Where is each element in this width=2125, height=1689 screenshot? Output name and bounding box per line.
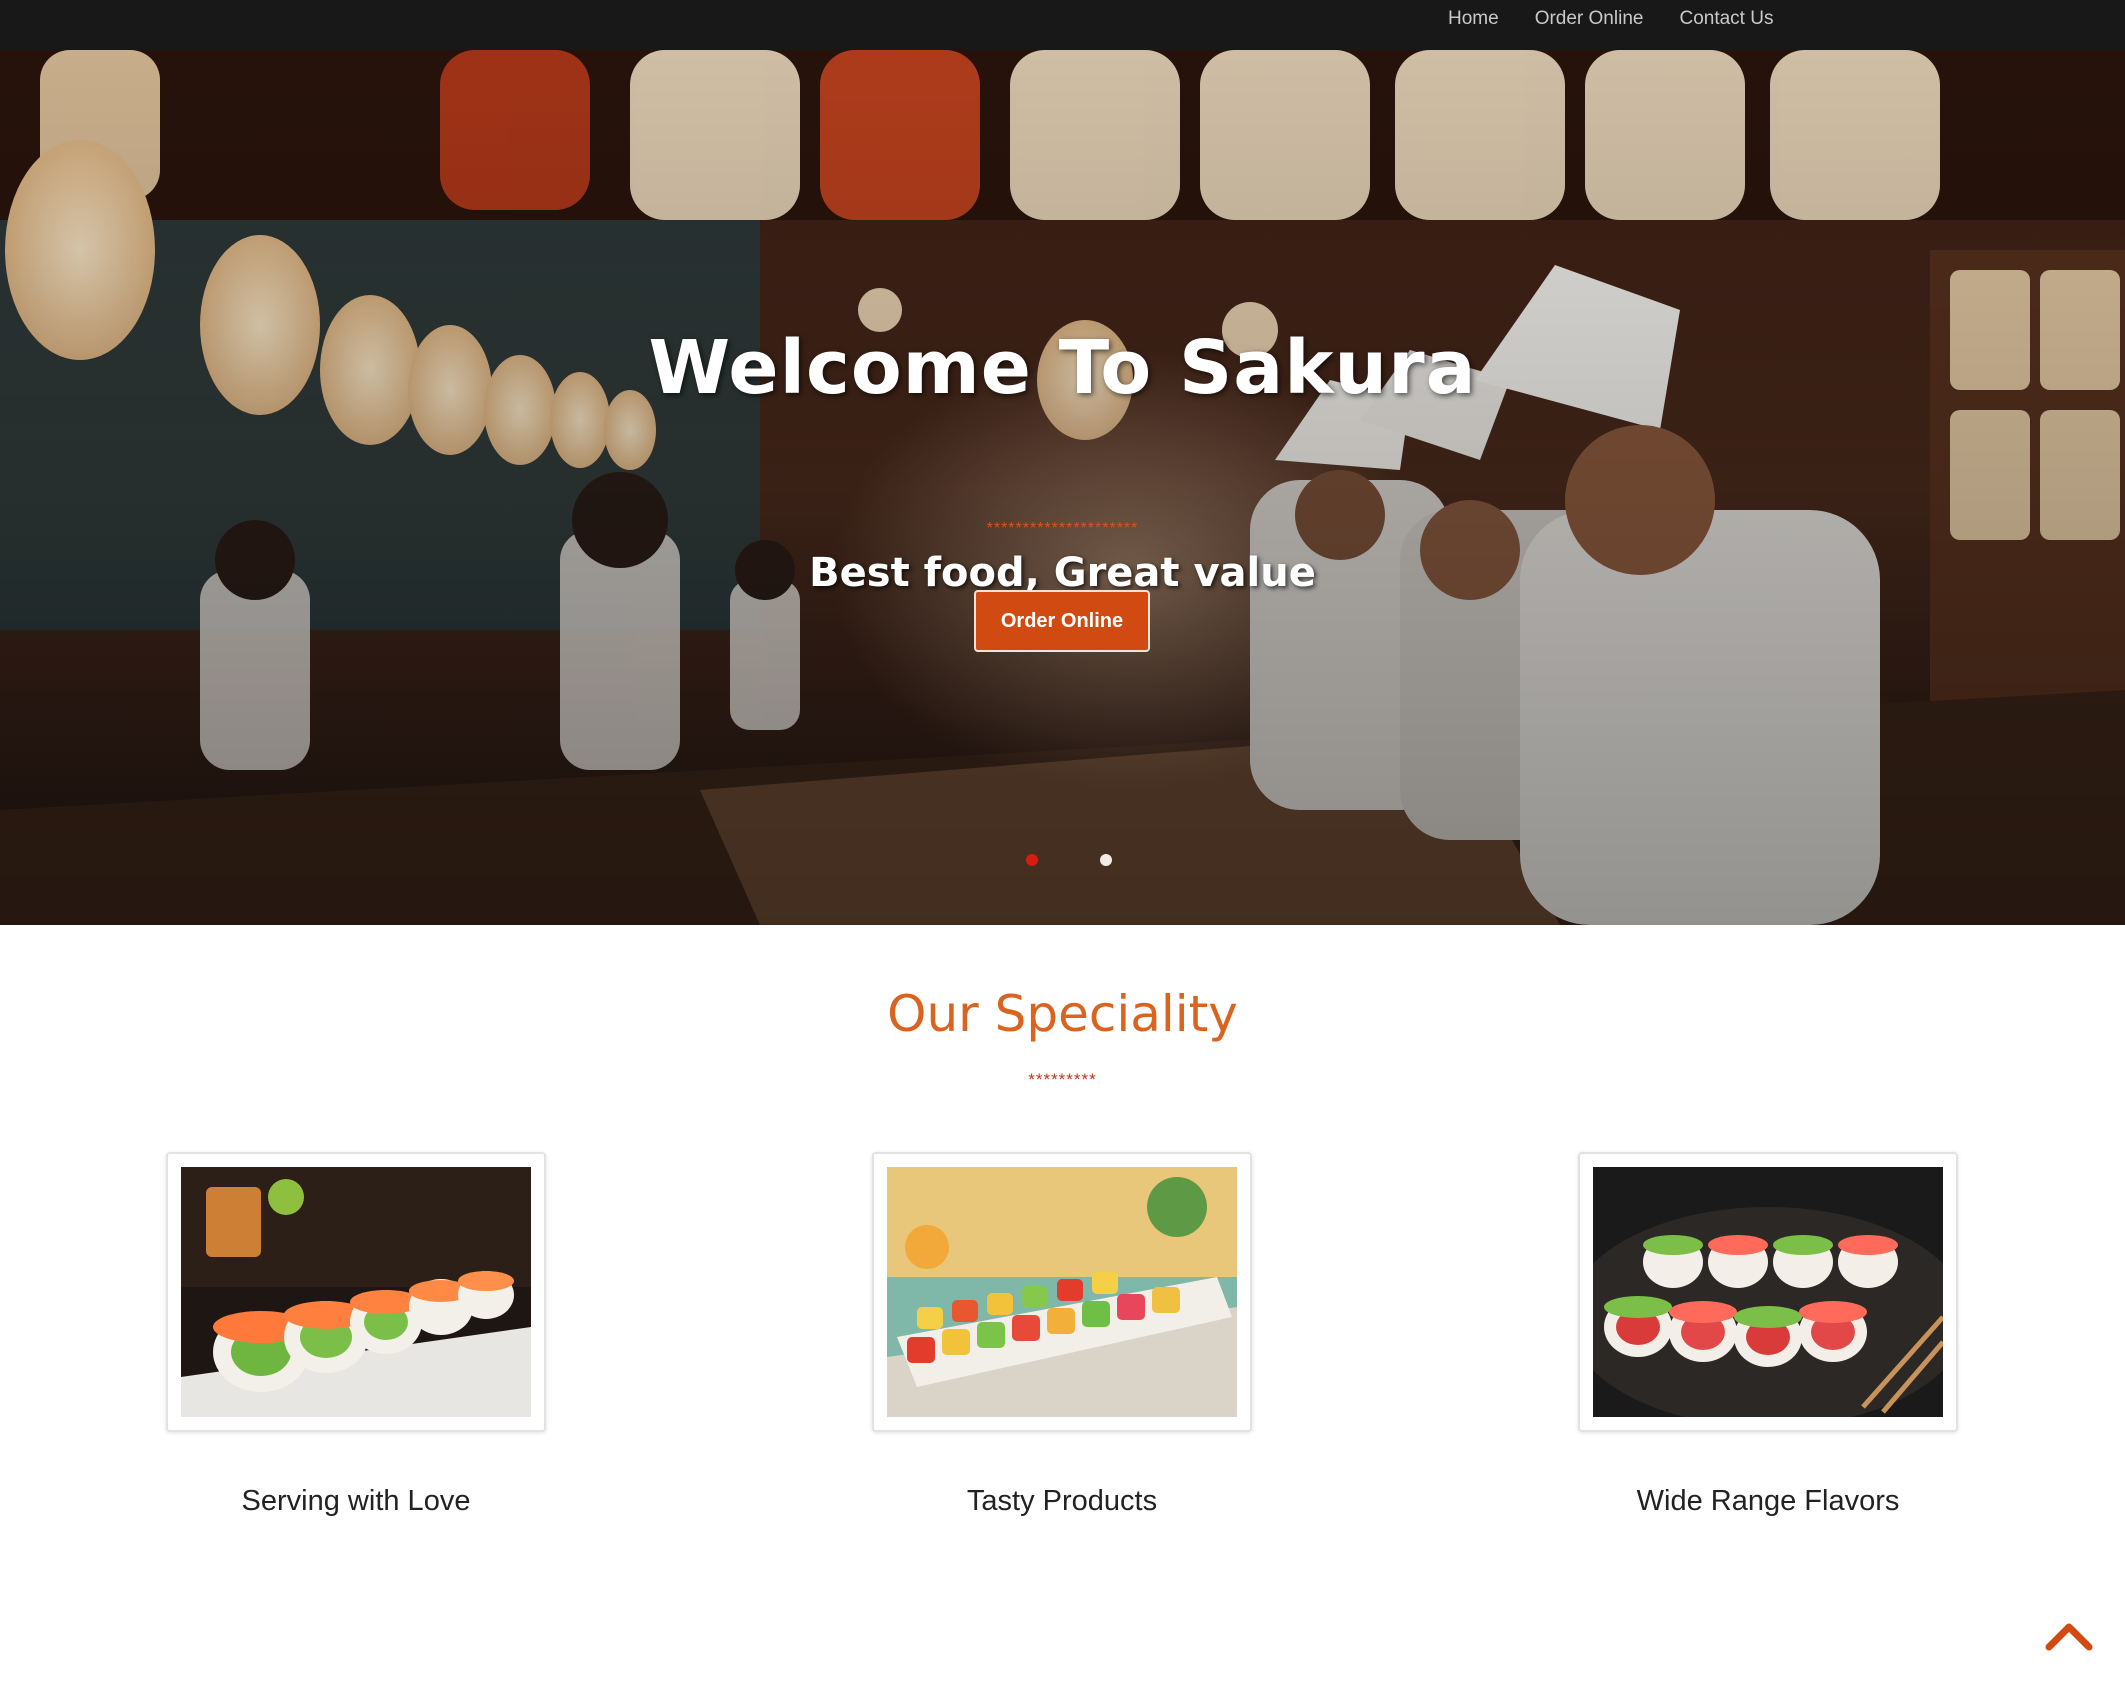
hero-title: Welcome To Sakura [648,325,1477,411]
hero-content: Welcome To Sakura ********************* … [0,50,2125,925]
hero-carousel: Welcome To Sakura ********************* … [0,50,2125,925]
carousel-indicator-2[interactable] [1100,854,1112,866]
card-caption-3: Wide Range Flavors [1636,1485,1900,1517]
speciality-title: Our Speciality [887,985,1238,1043]
nav-links: Home Order Online Contact Us [1430,0,1791,37]
hero-stars-divider: ********************* [986,520,1139,537]
card-caption-2: Tasty Products [966,1485,1158,1517]
speciality-card-serving-with-love [166,1152,546,1432]
nav-home-link[interactable]: Home [1430,8,1517,30]
carousel-indicator-1[interactable] [1026,854,1038,866]
hero-order-online-button[interactable]: Order Online [974,590,1150,652]
nav-contact-us-link[interactable]: Contact Us [1661,8,1791,30]
top-navbar: Home Order Online Contact Us [0,0,2125,50]
speciality-card-wide-range-flavors [1578,1152,1958,1432]
sushi-image-2 [887,1167,1237,1417]
chevron-up-icon[interactable] [2044,1615,2094,1655]
card-caption-1: Serving with Love [241,1485,471,1517]
sushi-image-3 [1593,1167,1943,1417]
sushi-image-1 [181,1167,531,1417]
speciality-card-tasty-products [872,1152,1252,1432]
nav-order-online-link[interactable]: Order Online [1517,8,1662,30]
speciality-stars-divider: ********* [1028,1070,1097,1089]
